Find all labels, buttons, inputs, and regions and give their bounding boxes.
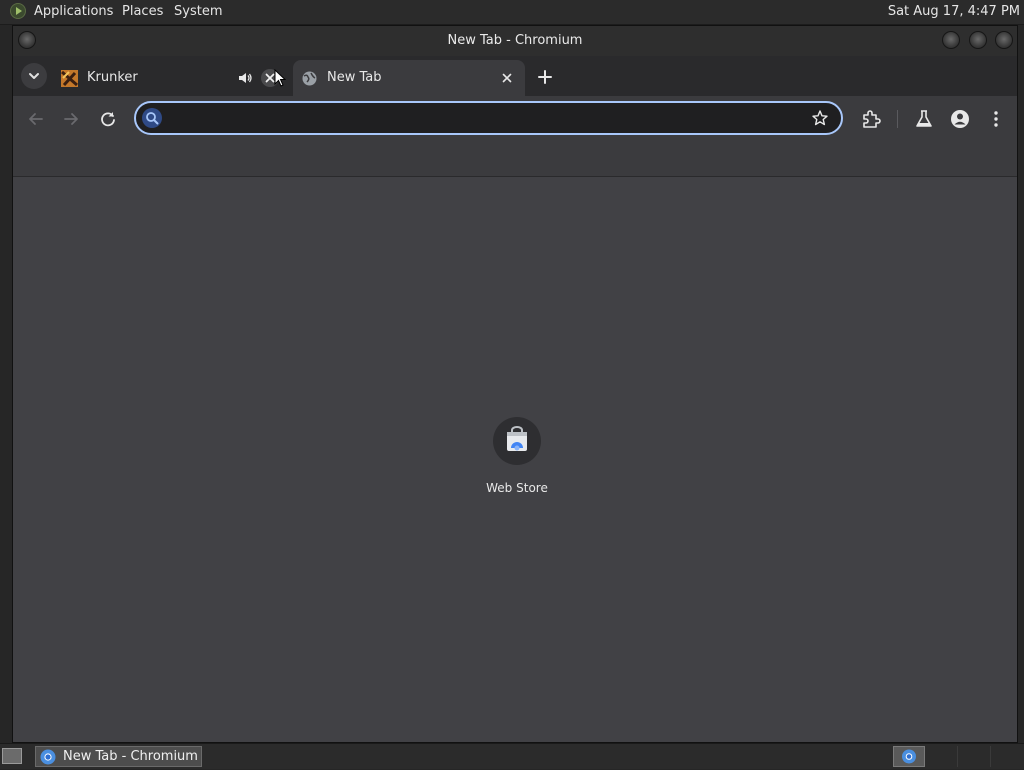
- distro-logo-icon[interactable]: [10, 3, 26, 19]
- top-panel: Applications Places System Sat Aug 17, 4…: [0, 0, 1024, 25]
- minimize-button[interactable]: [942, 31, 960, 49]
- toolbar: [13, 96, 1017, 142]
- maximize-button[interactable]: [969, 31, 987, 49]
- speaker-icon[interactable]: [237, 70, 253, 86]
- address-input[interactable]: [172, 107, 796, 131]
- toolbar-divider: [897, 110, 898, 128]
- bookmark-star-icon[interactable]: [811, 109, 829, 127]
- workspace-divider: [957, 746, 958, 767]
- workspace-divider: [990, 746, 991, 767]
- close-tab-button[interactable]: [498, 69, 516, 87]
- new-tab-button[interactable]: [533, 65, 557, 89]
- window-title: New Tab - Chromium: [447, 33, 583, 48]
- close-icon: [502, 73, 512, 83]
- labs-flask-icon[interactable]: [913, 108, 935, 130]
- forward-button[interactable]: [60, 108, 82, 130]
- bookmarks-bar: [13, 142, 1017, 177]
- tab-krunker[interactable]: Krunker: [53, 60, 288, 96]
- mouse-pointer-icon: [274, 69, 286, 87]
- workspace-switcher[interactable]: [893, 746, 925, 767]
- taskbar-window-button[interactable]: New Tab - Chromium: [35, 746, 202, 767]
- places-menu[interactable]: Places: [122, 0, 163, 24]
- profile-avatar-icon[interactable]: [949, 108, 971, 130]
- tab-strip: Krunker New Tab: [13, 56, 1017, 96]
- globe-icon: [302, 71, 317, 86]
- applications-menu[interactable]: Applications: [34, 0, 113, 24]
- bottom-taskbar: New Tab - Chromium: [0, 743, 1024, 769]
- search-icon: [142, 108, 162, 128]
- close-window-button[interactable]: [995, 31, 1013, 49]
- reload-button[interactable]: [97, 108, 119, 130]
- shortcut-icon-circle: [493, 417, 541, 465]
- krunker-favicon: [61, 70, 78, 87]
- more-menu-icon[interactable]: [985, 108, 1007, 130]
- web-store-icon: [507, 426, 527, 451]
- extensions-icon[interactable]: [860, 108, 882, 130]
- browser-window: New Tab - Chromium Krunker New Tab Web S…: [12, 25, 1018, 743]
- clock[interactable]: Sat Aug 17, 4:47 PM: [888, 0, 1020, 24]
- show-desktop-icon[interactable]: [2, 748, 22, 764]
- back-button[interactable]: [25, 108, 47, 130]
- system-menu[interactable]: System: [174, 0, 222, 24]
- chromium-icon: [40, 749, 56, 765]
- taskbar-window-label: New Tab - Chromium: [63, 749, 198, 764]
- tab-search-button[interactable]: [21, 63, 47, 89]
- new-tab-page: Web Store: [13, 177, 1017, 742]
- window-titlebar[interactable]: New Tab - Chromium: [13, 26, 1017, 56]
- plus-icon: [538, 70, 552, 84]
- tab-label: New Tab: [327, 70, 382, 85]
- tab-new-tab[interactable]: New Tab: [293, 60, 525, 96]
- chromium-icon: [902, 749, 916, 764]
- tab-label: Krunker: [87, 70, 138, 85]
- shortcut-tile[interactable]: Web Store: [473, 413, 561, 503]
- chevron-down-icon: [29, 73, 39, 79]
- shortcut-label: Web Store: [486, 481, 548, 495]
- address-bar[interactable]: [134, 101, 843, 135]
